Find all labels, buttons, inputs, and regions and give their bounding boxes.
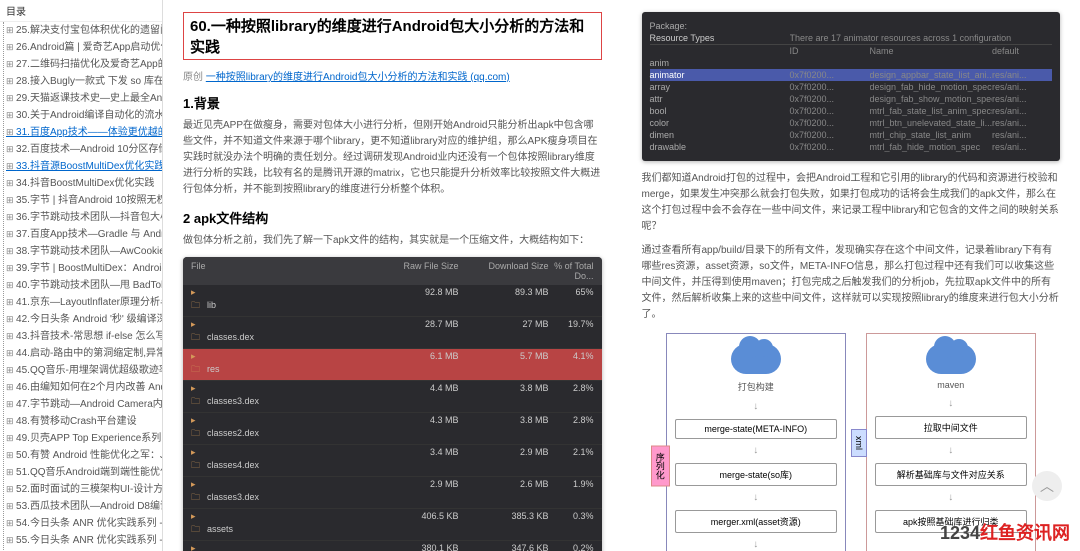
table-row[interactable]: ▸ 🗀classes.dex28.7 MB27 MB19.7% (183, 317, 602, 349)
resource-row[interactable]: drawable0x7f0200...mtrl_fab_hide_motion_… (650, 141, 1053, 153)
scroll-to-top-button[interactable]: ︿ (1032, 471, 1062, 501)
article-meta: 原创 一种按照library的维度进行Android包大小分析的方法和实践 (q… (183, 68, 602, 83)
toc-item[interactable]: 44.启动-路由中的第洞缩定制,异常处理练 (0, 345, 162, 362)
toc-item[interactable]: 43.抖音技术-常思想 if-else 怎么写？建 (0, 328, 162, 345)
toc-item[interactable]: 28.接入Bugly一款式 下发 so 库在 Androi (0, 73, 162, 90)
toc-item[interactable]: 26.Android篇 | 爱奇艺App启动优化实践 (0, 39, 162, 56)
toc-item[interactable]: 51.QQ音乐Android端到端性能优化之路 (0, 464, 162, 481)
toc-item[interactable]: 48.有赞移动Crash平台建设 (0, 413, 162, 430)
table-row[interactable]: ▸ 🗀classes3.dex2.9 MB2.6 MB1.9% (183, 477, 602, 509)
article-source-link[interactable]: 一种按照library的维度进行Android包大小分析的方法和实践 (qq.c… (206, 72, 510, 83)
diagram-box: merge-state(so库) (675, 463, 837, 486)
toc-item[interactable]: 41.京东—Layoutlnflater原理分析与复现 (0, 294, 162, 311)
cloud-icon (731, 344, 781, 374)
diagram-label: 序列化 (651, 446, 670, 487)
toc-item[interactable]: 33.抖音源BoostMultiDex优化实践：Andro (0, 158, 162, 175)
table-row[interactable]: ▸ 🗀lib92.8 MB89.3 MB65% (183, 285, 602, 317)
resource-row[interactable]: array0x7f0200...design_fab_hide_motion_s… (650, 81, 1053, 93)
toc-item[interactable]: 52.面时面试的三模架构UI-设计方案 (0, 481, 162, 498)
diagram-box: merger.xml(asset资源) (675, 510, 837, 533)
folder-icon: ▸ 🗀 (191, 447, 203, 474)
table-row[interactable]: ▸ 🗀classes2.dex4.3 MB3.8 MB2.8% (183, 413, 602, 445)
toc-item[interactable]: 34.抖音BoostMultiDex优化实践 (0, 175, 162, 192)
toc-item[interactable]: 40.字节跳动技术团队—甩 BadTokenEx (0, 277, 162, 294)
toc-item[interactable]: 50.有赞 Android 性能优化之军：Java 向 (0, 447, 162, 464)
diagram-label: xml (851, 429, 867, 457)
table-header: File Raw File Size Download Size % of To… (183, 257, 602, 285)
diagram-box: 拉取中间文件 (875, 416, 1027, 439)
paragraph: 通过查看所有app/build/目录下的所有文件，发现确实存在这个中间文件，记录… (642, 243, 1061, 323)
table-row[interactable]: ▸ 🗀res6.1 MB5.7 MB4.1% (183, 349, 602, 381)
apk-file-table: File Raw File Size Download Size % of To… (183, 257, 602, 551)
folder-icon: ▸ 🗀 (191, 319, 203, 346)
cloud-icon (926, 344, 976, 374)
diagram-box: merge-state(META-INFO) (675, 419, 837, 439)
article-column-right: Package: Resource Types There are 17 ani… (622, 0, 1080, 551)
toc-item[interactable]: 45.QQ音乐-用埋架调优超级歌迹率破 (0, 362, 162, 379)
table-row[interactable]: ▸ 🗀classes3.dex4.4 MB3.8 MB2.8% (183, 381, 602, 413)
toc-item[interactable]: 25.解决支付宝包体积优化的遗留问题：运 (0, 22, 162, 39)
folder-icon: ▸ 🗀 (191, 287, 203, 314)
folder-icon: ▸ 🗀 (191, 415, 203, 442)
toc-item[interactable]: 39.字节 | BoostMultiDex：Android Dex (0, 260, 162, 277)
paragraph: 最近见壳APP在做瘦身，需要对包体大小进行分析，但刚开始Android只能分析出… (183, 118, 602, 198)
folder-icon: ▸ 🗀 (191, 543, 203, 551)
resource-row[interactable]: color0x7f0200...mtrl_btn_unelevated_stat… (650, 117, 1053, 129)
folder-icon: ▸ 🗀 (191, 511, 203, 538)
resource-row[interactable]: dimen0x7f0200...mtrl_chip_state_list_ani… (650, 129, 1053, 141)
paragraph: 我们都知道Android打包的过程中，会把Android工程和它引用的libra… (642, 171, 1061, 235)
toc-item[interactable]: 46.由编知如何在2个月内改善 Android 动 (0, 379, 162, 396)
toc-item[interactable]: 55.今日头条 ANR 优化实践系列 - 定位与 (0, 532, 162, 549)
toc-item[interactable]: 42.今日头条 Android '秒' 级编译深度剖 (0, 311, 162, 328)
folder-icon: ▸ 🗀 (191, 479, 203, 506)
toc-item[interactable]: 53.西瓜技术团队—Android D8编译器'编 (0, 498, 162, 515)
toc-item[interactable]: 38.字节跳动技术团队—AwCookieMana (0, 243, 162, 260)
section-heading: 1.背景 (183, 93, 602, 112)
resource-panel: Package: Resource Types There are 17 ani… (642, 12, 1061, 161)
resource-row[interactable]: bool0x7f0200...mtrl_fab_state_list_anim_… (650, 105, 1053, 117)
toc-item[interactable]: 47.字节跳动—Android Camera内存问是 (0, 396, 162, 413)
toc-item[interactable]: 31.百度App技术——体验更优越的TexV (0, 124, 162, 141)
paragraph: 做包体分析之前，我们先了解一下apk文件的结构，其实就是一个压缩文件，大概结构如… (183, 233, 602, 249)
toc-item[interactable]: 30.关于Android编译自动化的流水线 (0, 107, 162, 124)
toc-item[interactable]: 32.百度技术—Android 10分区存储 (0, 141, 162, 158)
toc-item[interactable]: 49.贝壳APP Top Experience系列 | And (0, 430, 162, 447)
toc-item[interactable]: 36.字节跳动技术团队—抖音包大小优化- (0, 209, 162, 226)
toc-sidebar[interactable]: 目录 25.解决支付宝包体积优化的遗留问题：运26.Android篇 | 爱奇艺… (0, 0, 163, 551)
toc-header: 目录 (0, 0, 162, 22)
toc-item[interactable]: 27.二维码扫描优化及爱奇艺App的实践 (0, 56, 162, 73)
diagram-left-group: 序列化 打包构建 ↓merge-state(META-INFO)↓merge-s… (666, 333, 846, 551)
section-heading: 2 apk文件结构 (183, 208, 602, 227)
toc-item[interactable]: 54.今日头条 ANR 优化实践系列 - 经济 (0, 515, 162, 532)
resource-row[interactable]: attr0x7f0200...design_fab_show_motion_sp… (650, 93, 1053, 105)
resource-row[interactable]: animator0x7f0200...design_appbar_state_l… (650, 69, 1053, 81)
table-row[interactable]: ▸ 🗀assets406.5 KB385.3 KB0.3% (183, 509, 602, 541)
toc-item[interactable]: 37.百度App技术—Gradle 与 Android 构 (0, 226, 162, 243)
article-title: 60.一种按照library的维度进行Android包大小分析的方法和实践 (183, 12, 602, 60)
diagram-box: 解析基础库与文件对应关系 (875, 463, 1027, 486)
folder-icon: ▸ 🗀 (191, 383, 203, 410)
toc-item[interactable]: 29.天猫返课技术史—史上最全Android渲染 (0, 90, 162, 107)
folder-icon: ▸ 🗀 (191, 351, 203, 378)
watermark: 1234红鱼资讯网 (940, 519, 1070, 545)
table-row[interactable]: ▸ 🗀classes5.dex380.1 KB347.6 KB0.2% (183, 541, 602, 551)
resource-row[interactable]: anim (650, 57, 1053, 69)
toc-item[interactable]: 35.字节 | 抖音Android 10按照无权限需 (0, 192, 162, 209)
table-row[interactable]: ▸ 🗀classes4.dex3.4 MB2.9 MB2.1% (183, 445, 602, 477)
article-column-left: 60.一种按照library的维度进行Android包大小分析的方法和实践 原创… (163, 0, 622, 551)
